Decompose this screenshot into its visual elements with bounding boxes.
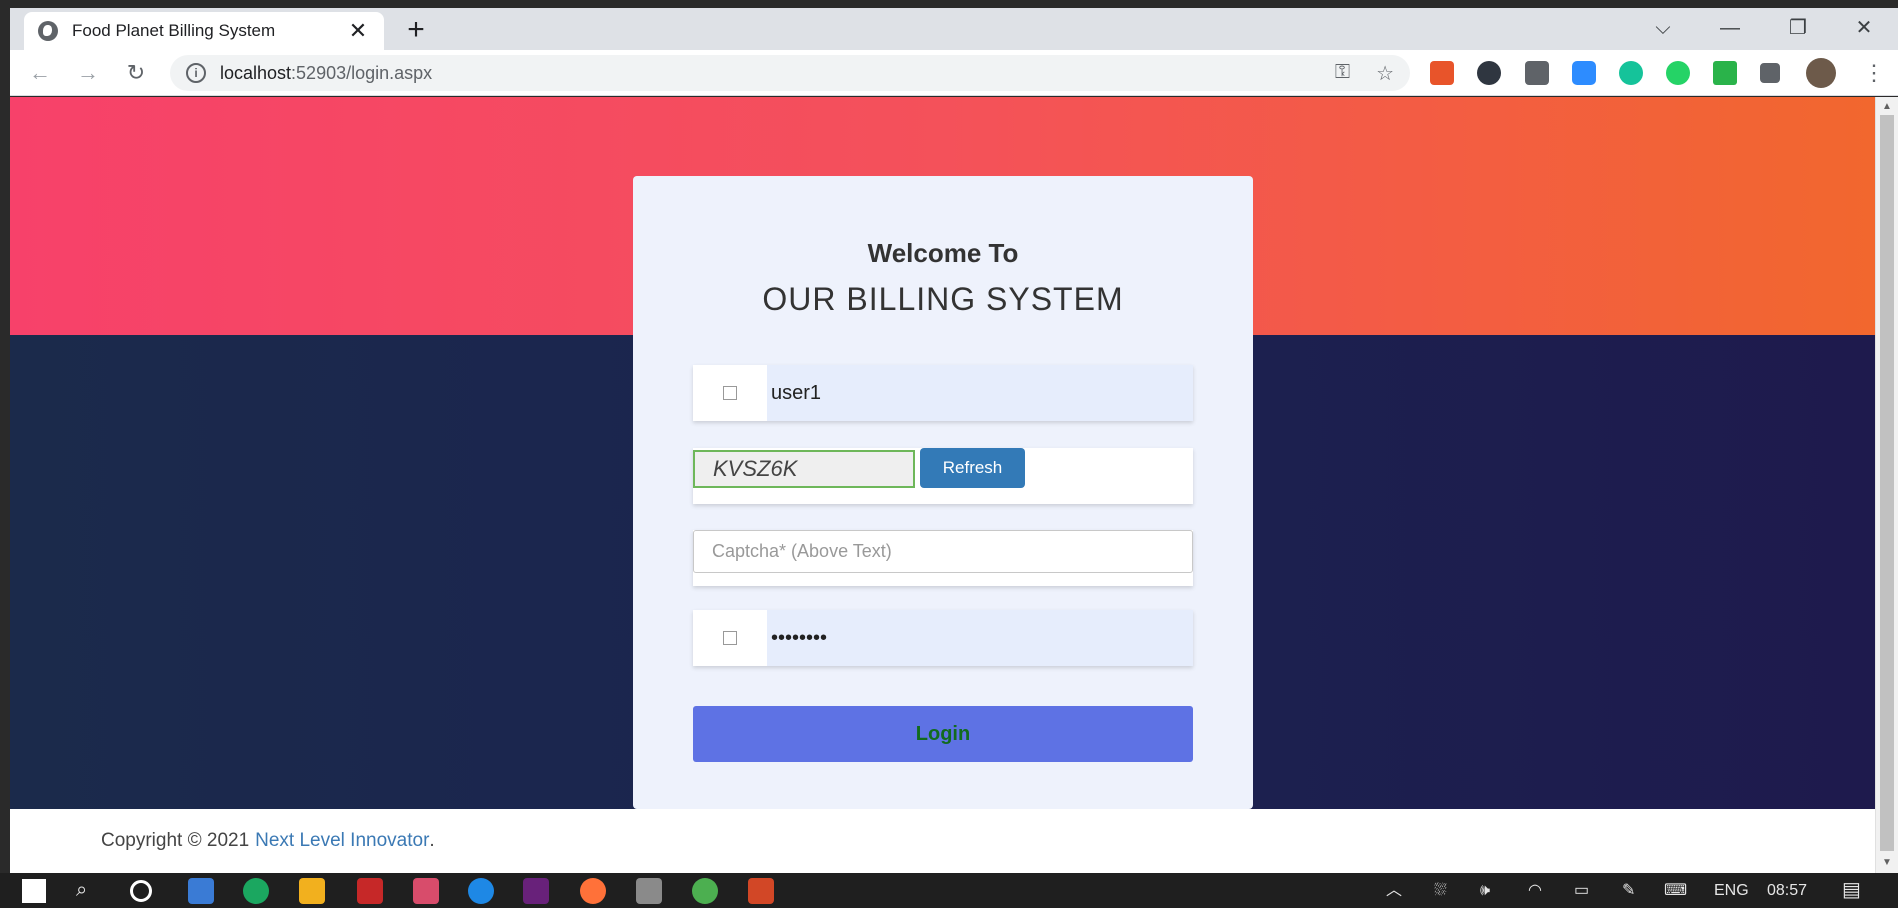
extension-k-icon[interactable] xyxy=(1477,61,1501,85)
url-host: localhost xyxy=(220,62,292,83)
window-close-button[interactable]: ✕ xyxy=(1844,14,1884,42)
scrollbar-thumb[interactable] xyxy=(1880,115,1894,851)
refresh-captcha-button[interactable]: Refresh xyxy=(920,448,1025,488)
calculator-icon[interactable] xyxy=(188,878,214,904)
extensions-puzzle-icon[interactable] xyxy=(1760,63,1780,83)
extension-grammarly-icon[interactable] xyxy=(1619,61,1643,85)
pen-icon[interactable]: ✎ xyxy=(1622,873,1635,908)
app-tools-icon[interactable] xyxy=(636,878,662,904)
extension-chat-icon[interactable] xyxy=(1666,61,1690,85)
search-icon[interactable]: ⌕ xyxy=(76,873,87,908)
login-card: Welcome To OUR BILLING SYSTEM user1 KVSZ… xyxy=(633,176,1253,809)
minimize-button[interactable]: — xyxy=(1710,14,1750,42)
visual-studio-icon[interactable] xyxy=(523,878,549,904)
battery-icon[interactable]: ▭ xyxy=(1574,873,1589,908)
globe-icon xyxy=(38,21,58,41)
new-tab-button[interactable]: + xyxy=(398,14,434,46)
scroll-up-icon[interactable]: ▲ xyxy=(1882,101,1892,112)
footer-link[interactable]: Next Level Innovator xyxy=(255,830,429,852)
browser-tab[interactable]: Food Planet Billing System ✕ xyxy=(24,12,384,50)
captcha-image: KVSZ6K xyxy=(693,450,915,488)
app-shield-icon[interactable] xyxy=(357,878,383,904)
cortana-icon[interactable] xyxy=(130,880,152,902)
captcha-row: KVSZ6K Refresh xyxy=(693,448,1193,504)
scrollbar[interactable]: ▲ ▼ xyxy=(1875,97,1898,873)
captcha-field-wrapper: Captcha* (Above Text) xyxy=(693,530,1193,586)
keyboard-icon[interactable]: ⌨ xyxy=(1664,873,1687,908)
app-green-icon[interactable] xyxy=(243,878,269,904)
star-icon[interactable]: ☆ xyxy=(1376,61,1394,86)
tab-title: Food Planet Billing System xyxy=(72,21,276,40)
footer: Copyright © 2021 Next Level Innovator. xyxy=(10,809,1875,873)
address-bar[interactable]: i localhost :52903/login.aspx ⚿ ☆ xyxy=(170,55,1410,91)
windows-taskbar: ⌕ ︿ ⛆ 🕪 ◠ ▭ ✎ ⌨ ENG 08:57 ▤ xyxy=(0,873,1898,908)
tab-close-icon[interactable]: ✕ xyxy=(346,18,370,44)
language-indicator[interactable]: ENG xyxy=(1714,873,1749,908)
app-blue-icon[interactable] xyxy=(468,878,494,904)
reload-icon[interactable]: ↻ xyxy=(120,58,152,88)
footer-period: . xyxy=(429,830,435,851)
password-value: •••••••• xyxy=(771,626,828,649)
file-explorer-icon[interactable] xyxy=(299,878,325,904)
user-icon xyxy=(693,365,767,421)
menu-kebab-icon[interactable]: ⋮ xyxy=(1858,58,1890,88)
notification-icon[interactable]: ▤ xyxy=(1842,873,1861,908)
captcha-input[interactable]: Captcha* (Above Text) xyxy=(693,530,1193,573)
firefox-icon[interactable] xyxy=(580,878,606,904)
extension-ws-icon[interactable] xyxy=(1713,61,1737,85)
restore-button[interactable]: ❐ xyxy=(1778,14,1818,42)
app-paint-icon[interactable] xyxy=(413,878,439,904)
scroll-down-icon[interactable]: ▼ xyxy=(1882,857,1892,868)
lock-icon xyxy=(693,610,767,666)
password-field[interactable]: •••••••• xyxy=(693,610,1193,666)
tray-overflow-icon[interactable]: ︿ xyxy=(1386,873,1402,908)
page-viewport: Welcome To OUR BILLING SYSTEM user1 KVSZ… xyxy=(10,97,1875,873)
wifi-icon[interactable]: ◠ xyxy=(1528,873,1542,908)
volume-icon[interactable]: 🕪 xyxy=(1480,873,1490,908)
login-button[interactable]: Login xyxy=(693,706,1193,762)
extension-screen-icon[interactable] xyxy=(1525,61,1549,85)
copyright-text: Copyright © 2021 xyxy=(101,830,250,851)
chrome-icon[interactable] xyxy=(692,878,718,904)
tray-app-icon[interactable]: ⛆ xyxy=(1434,873,1447,908)
browser-toolbar: ← → ↻ i localhost :52903/login.aspx ⚿ ☆ … xyxy=(10,50,1898,96)
tab-search-icon[interactable]: ⌵ xyxy=(1643,14,1683,42)
username-value: user1 xyxy=(771,381,822,404)
screen: Food Planet Billing System ✕ + ⌵ — ❐ ✕ ←… xyxy=(0,0,1898,908)
profile-avatar[interactable] xyxy=(1806,58,1836,88)
info-icon[interactable]: i xyxy=(186,63,206,83)
clock[interactable]: 08:57 xyxy=(1767,873,1807,908)
username-field[interactable]: user1 xyxy=(693,365,1193,421)
url-path: :52903/login.aspx xyxy=(291,62,433,83)
key-icon[interactable]: ⚿ xyxy=(1335,61,1350,86)
extension-lighthouse-icon[interactable] xyxy=(1430,61,1454,85)
browser-tab-bar: Food Planet Billing System ✕ + ⌵ — ❐ ✕ xyxy=(10,8,1898,50)
page-title: OUR BILLING SYSTEM xyxy=(762,281,1124,317)
welcome-text: Welcome To xyxy=(867,238,1019,268)
powerpoint-icon[interactable] xyxy=(748,878,774,904)
extension-zoom-icon[interactable] xyxy=(1572,61,1596,85)
back-arrow-icon[interactable]: ← xyxy=(24,58,56,88)
windows-start-icon[interactable] xyxy=(22,879,46,903)
forward-arrow-icon[interactable]: → xyxy=(72,58,104,88)
